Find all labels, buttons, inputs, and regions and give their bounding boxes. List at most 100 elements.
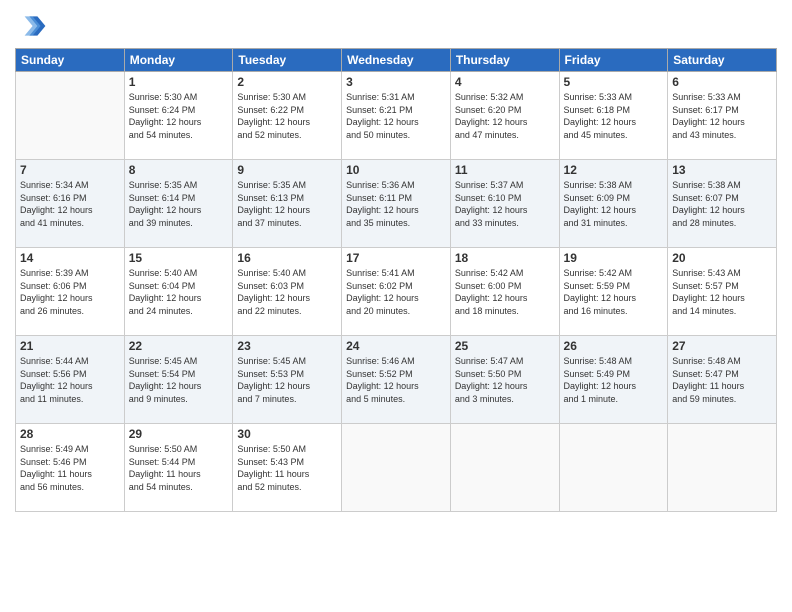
day-number: 25 <box>455 339 555 353</box>
calendar-cell: 2 Sunrise: 5:30 AM Sunset: 6:22 PM Daylig… <box>233 72 342 160</box>
day-info: Sunrise: 5:32 AM Sunset: 6:20 PM Dayligh… <box>455 91 555 141</box>
day-number: 3 <box>346 75 446 89</box>
calendar-cell: 7 Sunrise: 5:34 AM Sunset: 6:16 PM Daylig… <box>16 160 125 248</box>
calendar-cell: 18 Sunrise: 5:42 AM Sunset: 6:00 PM Dayli… <box>450 248 559 336</box>
day-info: Sunrise: 5:44 AM Sunset: 5:56 PM Dayligh… <box>20 355 120 405</box>
calendar-cell: 22 Sunrise: 5:45 AM Sunset: 5:54 PM Dayli… <box>124 336 233 424</box>
calendar-cell <box>16 72 125 160</box>
day-header-tuesday: Tuesday <box>233 49 342 72</box>
calendar-cell: 11 Sunrise: 5:37 AM Sunset: 6:10 PM Dayli… <box>450 160 559 248</box>
day-header-friday: Friday <box>559 49 668 72</box>
day-number: 11 <box>455 163 555 177</box>
day-number: 28 <box>20 427 120 441</box>
day-number: 8 <box>129 163 229 177</box>
day-number: 2 <box>237 75 337 89</box>
calendar-cell <box>342 424 451 512</box>
calendar-cell: 12 Sunrise: 5:38 AM Sunset: 6:09 PM Dayli… <box>559 160 668 248</box>
calendar-cell: 25 Sunrise: 5:47 AM Sunset: 5:50 PM Dayli… <box>450 336 559 424</box>
calendar-cell: 20 Sunrise: 5:43 AM Sunset: 5:57 PM Dayli… <box>668 248 777 336</box>
day-header-saturday: Saturday <box>668 49 777 72</box>
day-info: Sunrise: 5:42 AM Sunset: 6:00 PM Dayligh… <box>455 267 555 317</box>
day-header-monday: Monday <box>124 49 233 72</box>
day-info: Sunrise: 5:35 AM Sunset: 6:13 PM Dayligh… <box>237 179 337 229</box>
logo <box>15 10 51 42</box>
day-header-thursday: Thursday <box>450 49 559 72</box>
day-number: 27 <box>672 339 772 353</box>
day-info: Sunrise: 5:39 AM Sunset: 6:06 PM Dayligh… <box>20 267 120 317</box>
calendar-cell: 27 Sunrise: 5:48 AM Sunset: 5:47 PM Dayli… <box>668 336 777 424</box>
day-info: Sunrise: 5:33 AM Sunset: 6:18 PM Dayligh… <box>564 91 664 141</box>
calendar-cell: 10 Sunrise: 5:36 AM Sunset: 6:11 PM Dayli… <box>342 160 451 248</box>
calendar-cell: 1Sunrise: 5:30 AM Sunset: 6:24 PM Daylig… <box>124 72 233 160</box>
day-info: Sunrise: 5:45 AM Sunset: 5:54 PM Dayligh… <box>129 355 229 405</box>
calendar-cell: 24 Sunrise: 5:46 AM Sunset: 5:52 PM Dayli… <box>342 336 451 424</box>
day-number: 6 <box>672 75 772 89</box>
calendar-cell: 5 Sunrise: 5:33 AM Sunset: 6:18 PM Daylig… <box>559 72 668 160</box>
day-info: Sunrise: 5:30 AM Sunset: 6:24 PM Dayligh… <box>129 91 229 141</box>
day-number: 19 <box>564 251 664 265</box>
calendar-cell: 30 Sunrise: 5:50 AM Sunset: 5:43 PM Dayli… <box>233 424 342 512</box>
day-number: 7 <box>20 163 120 177</box>
day-number: 20 <box>672 251 772 265</box>
logo-icon <box>15 10 47 42</box>
day-info: Sunrise: 5:43 AM Sunset: 5:57 PM Dayligh… <box>672 267 772 317</box>
calendar-cell: 8 Sunrise: 5:35 AM Sunset: 6:14 PM Daylig… <box>124 160 233 248</box>
day-info: Sunrise: 5:33 AM Sunset: 6:17 PM Dayligh… <box>672 91 772 141</box>
day-number: 13 <box>672 163 772 177</box>
day-info: Sunrise: 5:30 AM Sunset: 6:22 PM Dayligh… <box>237 91 337 141</box>
calendar-cell: 21 Sunrise: 5:44 AM Sunset: 5:56 PM Dayli… <box>16 336 125 424</box>
day-info: Sunrise: 5:35 AM Sunset: 6:14 PM Dayligh… <box>129 179 229 229</box>
day-header-sunday: Sunday <box>16 49 125 72</box>
day-info: Sunrise: 5:48 AM Sunset: 5:49 PM Dayligh… <box>564 355 664 405</box>
day-info: Sunrise: 5:50 AM Sunset: 5:44 PM Dayligh… <box>129 443 229 493</box>
day-info: Sunrise: 5:47 AM Sunset: 5:50 PM Dayligh… <box>455 355 555 405</box>
calendar-cell: 16Sunrise: 5:40 AM Sunset: 6:03 PM Dayli… <box>233 248 342 336</box>
day-info: Sunrise: 5:50 AM Sunset: 5:43 PM Dayligh… <box>237 443 337 493</box>
calendar-cell: 28 Sunrise: 5:49 AM Sunset: 5:46 PM Dayli… <box>16 424 125 512</box>
page: SundayMondayTuesdayWednesdayThursdayFrid… <box>0 0 792 612</box>
calendar-cell <box>450 424 559 512</box>
day-number: 4 <box>455 75 555 89</box>
calendar-cell: 9 Sunrise: 5:35 AM Sunset: 6:13 PM Daylig… <box>233 160 342 248</box>
calendar-cell: 19 Sunrise: 5:42 AM Sunset: 5:59 PM Dayli… <box>559 248 668 336</box>
header <box>15 10 777 42</box>
day-info: Sunrise: 5:46 AM Sunset: 5:52 PM Dayligh… <box>346 355 446 405</box>
calendar-cell: 23Sunrise: 5:45 AM Sunset: 5:53 PM Dayli… <box>233 336 342 424</box>
day-number: 16 <box>237 251 337 265</box>
calendar-cell: 29 Sunrise: 5:50 AM Sunset: 5:44 PM Dayli… <box>124 424 233 512</box>
calendar-cell: 14 Sunrise: 5:39 AM Sunset: 6:06 PM Dayli… <box>16 248 125 336</box>
day-number: 26 <box>564 339 664 353</box>
day-info: Sunrise: 5:40 AM Sunset: 6:04 PM Dayligh… <box>129 267 229 317</box>
day-number: 18 <box>455 251 555 265</box>
day-info: Sunrise: 5:37 AM Sunset: 6:10 PM Dayligh… <box>455 179 555 229</box>
day-info: Sunrise: 5:42 AM Sunset: 5:59 PM Dayligh… <box>564 267 664 317</box>
calendar-cell: 3 Sunrise: 5:31 AM Sunset: 6:21 PM Daylig… <box>342 72 451 160</box>
day-number: 14 <box>20 251 120 265</box>
calendar-cell: 13Sunrise: 5:38 AM Sunset: 6:07 PM Dayli… <box>668 160 777 248</box>
calendar-cell: 26 Sunrise: 5:48 AM Sunset: 5:49 PM Dayli… <box>559 336 668 424</box>
day-header-wednesday: Wednesday <box>342 49 451 72</box>
day-number: 30 <box>237 427 337 441</box>
day-info: Sunrise: 5:38 AM Sunset: 6:09 PM Dayligh… <box>564 179 664 229</box>
day-number: 10 <box>346 163 446 177</box>
day-number: 12 <box>564 163 664 177</box>
day-info: Sunrise: 5:36 AM Sunset: 6:11 PM Dayligh… <box>346 179 446 229</box>
day-info: Sunrise: 5:49 AM Sunset: 5:46 PM Dayligh… <box>20 443 120 493</box>
calendar-cell <box>668 424 777 512</box>
day-info: Sunrise: 5:41 AM Sunset: 6:02 PM Dayligh… <box>346 267 446 317</box>
day-info: Sunrise: 5:34 AM Sunset: 6:16 PM Dayligh… <box>20 179 120 229</box>
day-number: 29 <box>129 427 229 441</box>
day-number: 21 <box>20 339 120 353</box>
day-number: 5 <box>564 75 664 89</box>
day-number: 17 <box>346 251 446 265</box>
day-number: 9 <box>237 163 337 177</box>
day-info: Sunrise: 5:48 AM Sunset: 5:47 PM Dayligh… <box>672 355 772 405</box>
calendar-cell: 4 Sunrise: 5:32 AM Sunset: 6:20 PM Daylig… <box>450 72 559 160</box>
calendar-table: SundayMondayTuesdayWednesdayThursdayFrid… <box>15 48 777 512</box>
calendar-cell: 6 Sunrise: 5:33 AM Sunset: 6:17 PM Daylig… <box>668 72 777 160</box>
calendar-cell: 15Sunrise: 5:40 AM Sunset: 6:04 PM Dayli… <box>124 248 233 336</box>
day-number: 24 <box>346 339 446 353</box>
calendar-cell: 17 Sunrise: 5:41 AM Sunset: 6:02 PM Dayli… <box>342 248 451 336</box>
day-info: Sunrise: 5:31 AM Sunset: 6:21 PM Dayligh… <box>346 91 446 141</box>
day-number: 22 <box>129 339 229 353</box>
